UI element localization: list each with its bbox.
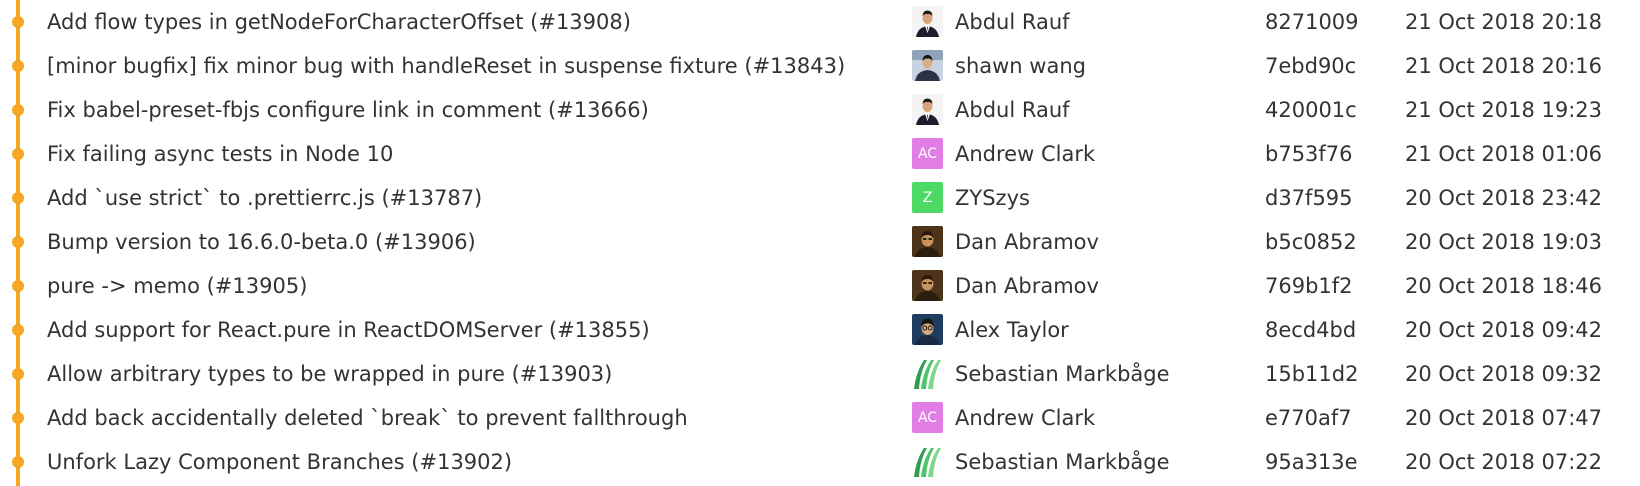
commit-author: Andrew Clark (955, 406, 1096, 430)
commit-node-dot (12, 412, 24, 424)
commit-message: Allow arbitrary types to be wrapped in p… (47, 362, 613, 386)
commit-author: Abdul Rauf (955, 10, 1070, 34)
commit-row[interactable]: Unfork Lazy Component Branches (#13902) S… (0, 441, 1640, 485)
commit-hash: e770af7 (1265, 406, 1352, 430)
commit-message: [minor bugfix] fix minor bug with handle… (47, 54, 846, 78)
commit-author: Alex Taylor (955, 318, 1069, 342)
commit-node-dot (12, 104, 24, 116)
commit-node-dot (12, 16, 24, 28)
commit-row[interactable]: Add back accidentally deleted `break` to… (0, 397, 1640, 441)
author-avatar-photo-dan-icon (912, 270, 943, 301)
commit-row[interactable]: Bump version to 16.6.0-beta.0 (#13906) Da… (0, 221, 1640, 265)
commit-row[interactable]: Allow arbitrary types to be wrapped in p… (0, 353, 1640, 397)
commit-message: Fix babel-preset-fbjs configure link in … (47, 98, 649, 122)
commit-node-dot (12, 192, 24, 204)
commit-hash: 8271009 (1265, 10, 1359, 34)
commit-row[interactable]: Fix babel-preset-fbjs configure link in … (0, 89, 1640, 133)
commit-date: 20 Oct 2018 07:22 (1405, 450, 1603, 474)
commit-date: 20 Oct 2018 07:47 (1405, 406, 1603, 430)
commit-date: 20 Oct 2018 18:46 (1405, 274, 1603, 298)
commit-message: Add flow types in getNodeForCharacterOff… (47, 10, 631, 34)
commit-date: 21 Oct 2018 20:16 (1405, 54, 1603, 78)
commit-date: 20 Oct 2018 19:03 (1405, 230, 1603, 254)
commit-hash: 769b1f2 (1265, 274, 1353, 298)
author-avatar-initials-ac: AC (912, 138, 943, 169)
author-avatar-initials-ac: AC (912, 402, 943, 433)
commit-author: Dan Abramov (955, 230, 1099, 254)
commit-date: 20 Oct 2018 23:42 (1405, 186, 1603, 210)
avatar-initials: AC (917, 145, 938, 162)
author-avatar-photo-shawn-icon (912, 50, 943, 81)
commit-date: 21 Oct 2018 01:06 (1405, 142, 1603, 166)
author-avatar-green-stripes-icon (912, 446, 943, 477)
commit-author: Sebastian Markbåge (955, 450, 1170, 474)
author-avatar-photo-dan-icon (912, 226, 943, 257)
commit-author: Abdul Rauf (955, 98, 1070, 122)
commit-author: ZYSzys (955, 186, 1030, 210)
commit-row[interactable]: Add `use strict` to .prettierrc.js (#137… (0, 177, 1640, 221)
author-avatar-photo-suit-icon (912, 94, 943, 125)
commit-node-dot (12, 280, 24, 292)
commit-author: shawn wang (955, 54, 1086, 78)
commit-message: pure -> memo (#13905) (47, 274, 308, 298)
commit-hash: 7ebd90c (1265, 54, 1357, 78)
commit-hash: 8ecd4bd (1265, 318, 1357, 342)
commit-node-dot (12, 148, 24, 160)
author-avatar-photo-suit-icon (912, 6, 943, 37)
commit-row[interactable]: Fix failing async tests in Node 10 AC Andr… (0, 133, 1640, 177)
commit-message: Add back accidentally deleted `break` to… (47, 406, 688, 430)
commit-row[interactable]: Add support for React.pure in ReactDOMSe… (0, 309, 1640, 353)
commit-author: Andrew Clark (955, 142, 1096, 166)
commit-history-list: Add flow types in getNodeForCharacterOff… (0, 0, 1640, 486)
commit-message: Fix failing async tests in Node 10 (47, 142, 394, 166)
avatar-initials: AC (917, 409, 938, 426)
commit-rows: Add flow types in getNodeForCharacterOff… (0, 1, 1640, 485)
commit-node-dot (12, 324, 24, 336)
commit-hash: b753f76 (1265, 142, 1353, 166)
author-avatar-photo-alex-icon (912, 314, 943, 345)
commit-message: Add support for React.pure in ReactDOMSe… (47, 318, 650, 342)
commit-row[interactable]: Add flow types in getNodeForCharacterOff… (0, 1, 1640, 45)
commit-hash: 420001c (1265, 98, 1357, 122)
commit-node-dot (12, 456, 24, 468)
author-avatar-initials-z: Z (912, 182, 943, 213)
commit-author: Sebastian Markbåge (955, 362, 1170, 386)
commit-message: Add `use strict` to .prettierrc.js (#137… (47, 186, 483, 210)
avatar-initials: Z (922, 189, 933, 206)
commit-hash: 15b11d2 (1265, 362, 1359, 386)
commit-author: Dan Abramov (955, 274, 1099, 298)
commit-date: 21 Oct 2018 20:18 (1405, 10, 1603, 34)
commit-message: Bump version to 16.6.0-beta.0 (#13906) (47, 230, 476, 254)
commit-node-dot (12, 368, 24, 380)
commit-message: Unfork Lazy Component Branches (#13902) (47, 450, 513, 474)
commit-hash: 95a313e (1265, 450, 1358, 474)
commit-date: 21 Oct 2018 19:23 (1405, 98, 1603, 122)
commit-date: 20 Oct 2018 09:42 (1405, 318, 1603, 342)
commit-node-dot (12, 60, 24, 72)
commit-node-dot (12, 236, 24, 248)
commit-hash: b5c0852 (1265, 230, 1357, 254)
author-avatar-green-stripes-icon (912, 358, 943, 389)
commit-hash: d37f595 (1265, 186, 1353, 210)
commit-row[interactable]: [minor bugfix] fix minor bug with handle… (0, 45, 1640, 89)
commit-date: 20 Oct 2018 09:32 (1405, 362, 1603, 386)
commit-row[interactable]: pure -> memo (#13905) Dan Abramov 769b1f2 2… (0, 265, 1640, 309)
